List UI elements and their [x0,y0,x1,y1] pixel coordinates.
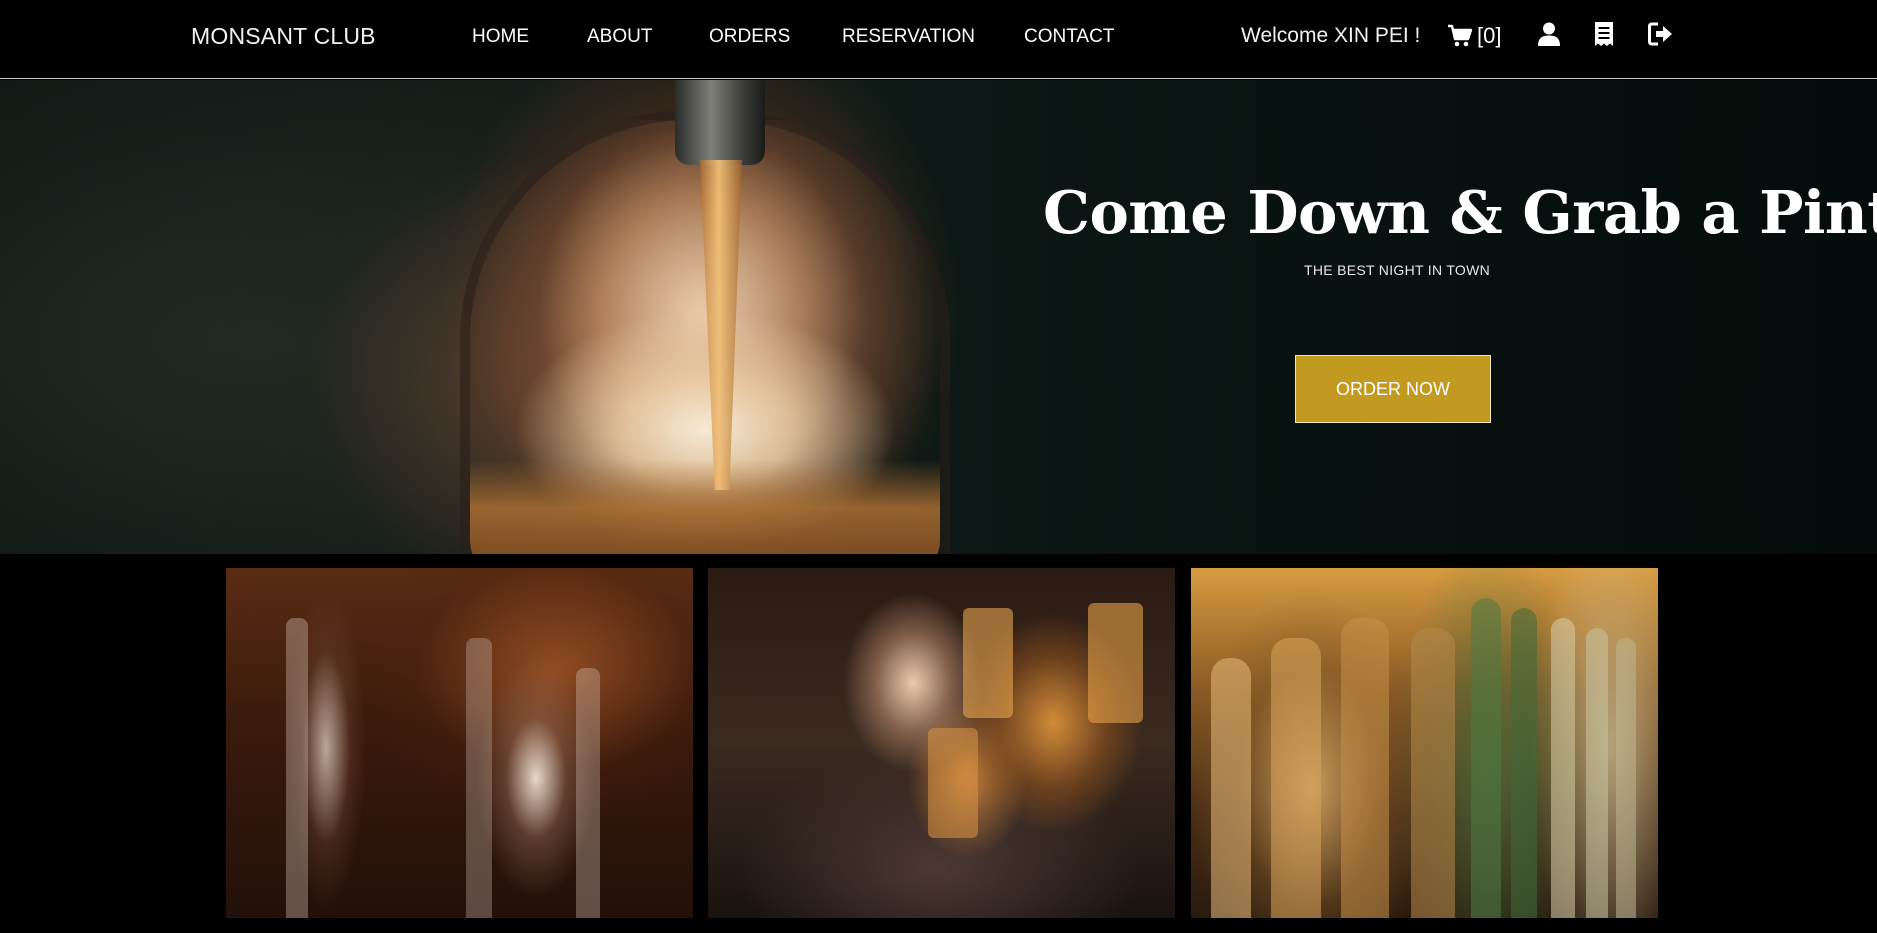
logout-icon [1648,22,1674,51]
liquor-bottles-photo [1191,568,1658,918]
user-icon [1538,22,1560,51]
hero-beer-image-part [470,460,940,554]
order-history-button[interactable] [1590,21,1618,51]
brand-logo[interactable]: MONSANT CLUB [191,23,376,50]
cart-button[interactable]: [0] [1447,21,1501,51]
beer-taps-photo [226,568,693,918]
profile-button[interactable] [1535,22,1563,50]
friends-cheers-photo [708,568,1175,918]
receipt-icon [1594,21,1614,51]
order-now-button[interactable]: ORDER NOW [1295,355,1491,423]
hero-title: Come Down & Grab a Pint [1043,178,1877,247]
nav-link-contact[interactable]: CONTACT [1024,26,1114,48]
hero-beer-tap-image [675,80,765,165]
hero-banner: Come Down & Grab a Pint THE BEST NIGHT I… [0,80,1877,554]
hero-subtitle: THE BEST NIGHT IN TOWN [1304,262,1491,278]
nav-link-about[interactable]: ABOUT [587,26,652,48]
welcome-message: Welcome XIN PEI ! [1241,24,1421,47]
photo-gallery [0,554,1877,933]
cart-count: [0] [1477,23,1502,48]
top-navbar: MONSANT CLUB HOME ABOUT ORDERS RESERVATI… [0,0,1877,79]
logout-button[interactable] [1647,22,1675,50]
nav-link-reservation[interactable]: RESERVATION [842,26,975,48]
shopping-cart-icon [1447,24,1473,48]
nav-link-orders[interactable]: ORDERS [709,26,790,48]
nav-link-home[interactable]: HOME [472,26,529,48]
